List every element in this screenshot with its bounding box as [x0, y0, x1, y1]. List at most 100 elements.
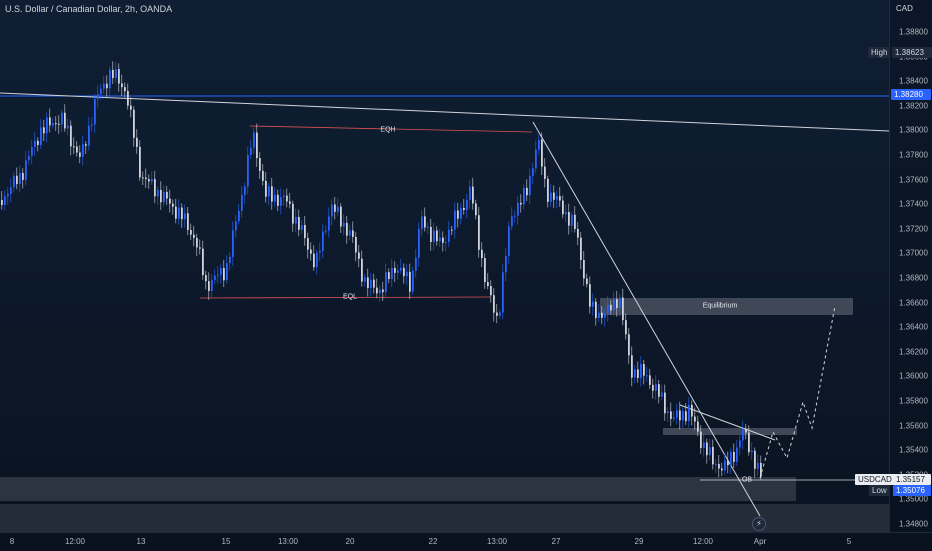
candle-body [622, 297, 624, 321]
candle-body [100, 88, 102, 95]
candle-body [685, 411, 687, 422]
candle-body [499, 312, 501, 316]
candle-body [322, 231, 324, 251]
candle-body [694, 416, 696, 422]
candle-body [85, 144, 87, 146]
candle-body [49, 117, 51, 126]
price-tick-label: 1.35600 [899, 421, 928, 431]
candle-body [151, 179, 153, 182]
candle-body [727, 460, 729, 466]
candle-body [385, 272, 387, 293]
candle-body [262, 170, 264, 181]
candle-body [730, 451, 732, 466]
currency-label: CAD [896, 4, 913, 13]
candle-body [52, 123, 54, 126]
candle-body [61, 112, 63, 125]
candle-body [193, 234, 195, 238]
candle-body [430, 226, 432, 243]
high-tag-value: 1.38623 [892, 47, 932, 58]
time-tick-label: 13:00 [277, 537, 299, 546]
candle-body [472, 186, 474, 204]
candle-body [424, 216, 426, 228]
candle-body [616, 299, 618, 308]
candle-body [10, 187, 12, 194]
candle-body [376, 287, 378, 294]
candle-body [37, 140, 39, 146]
candle-body [415, 257, 417, 271]
candle-body [112, 69, 114, 79]
candle-body [760, 462, 762, 477]
candle-body [751, 450, 753, 453]
time-tick-label: 27 [551, 537, 561, 546]
candle-body [379, 289, 381, 294]
order-block-zone [663, 428, 797, 435]
price-tick-label: 1.37200 [899, 224, 928, 234]
candle-body [172, 203, 174, 207]
candle-body [427, 226, 429, 228]
candle-body [421, 216, 423, 229]
candle-body [289, 201, 291, 204]
time-tick-label: 22 [428, 537, 438, 546]
candle-body [436, 230, 438, 242]
candlestick-series [1, 61, 762, 480]
candle-body [247, 155, 249, 187]
time-tick-label: 12:00 [692, 537, 714, 546]
candle-body [316, 252, 318, 268]
price-tick-label: 1.37800 [899, 150, 928, 160]
candle-body [700, 431, 702, 448]
candle-body [253, 132, 255, 148]
candle-body [175, 206, 177, 219]
candle-body [367, 277, 369, 289]
time-tick-label: 8 [9, 537, 15, 546]
price-chart[interactable] [0, 0, 889, 532]
candle-body [721, 468, 723, 471]
candle-body [154, 179, 156, 197]
candle-body [643, 364, 645, 376]
symbol-title[interactable]: U.S. Dollar / Canadian Dollar, 2h, OANDA [5, 4, 172, 14]
candle-body [748, 432, 750, 453]
candle-body [64, 112, 66, 129]
candle-body [403, 267, 405, 277]
candle-body [331, 204, 333, 217]
candle-body [355, 236, 357, 253]
candle-body [202, 248, 204, 276]
candle-body [109, 69, 111, 89]
projection-path [759, 305, 836, 479]
candle-body [301, 225, 303, 230]
candle-body [628, 334, 630, 356]
candle-body [688, 404, 690, 422]
candle-body [391, 267, 393, 280]
candle-body [532, 168, 534, 176]
candle-body [484, 258, 486, 283]
candle-body [19, 172, 21, 185]
candle-body [124, 87, 126, 92]
candle-body [1, 200, 3, 205]
eql-label: EQL [342, 293, 358, 301]
candle-body [460, 207, 462, 219]
candle-body [349, 230, 351, 236]
candle-body [223, 268, 225, 281]
candle-body [400, 267, 402, 271]
time-tick-label: 15 [221, 537, 231, 546]
candle-body [199, 247, 201, 249]
candle-body [544, 166, 546, 179]
candle-body [511, 216, 513, 227]
candle-body [325, 230, 327, 232]
candle-body [604, 313, 606, 318]
replay-button[interactable]: ⚡ [752, 517, 766, 531]
candle-body [679, 410, 681, 421]
candle-body [334, 204, 336, 212]
candle-body [442, 237, 444, 243]
price-tick-label: 1.35000 [899, 494, 928, 504]
candle-body [439, 237, 441, 242]
candle-body [607, 304, 609, 314]
candle-body [79, 152, 81, 157]
candle-body [613, 299, 615, 311]
candle-body [595, 301, 597, 318]
time-tick-label: 13:00 [486, 537, 508, 546]
candle-body [517, 202, 519, 216]
candle-body [691, 404, 693, 417]
candle-body [127, 91, 129, 106]
candle-body [22, 172, 24, 180]
candle-body [736, 447, 738, 462]
